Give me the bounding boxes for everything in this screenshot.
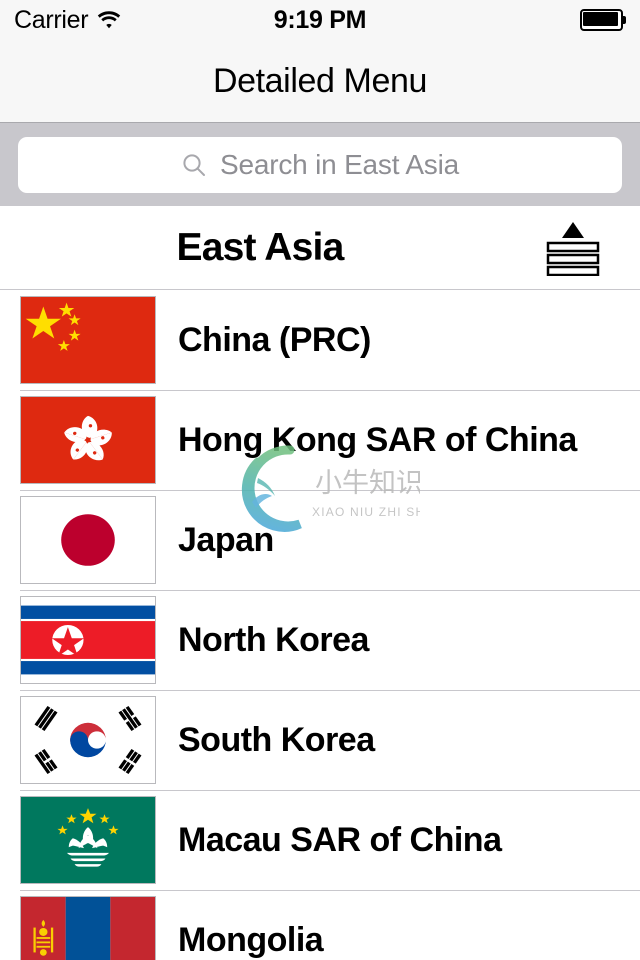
flag-mongolia bbox=[20, 896, 156, 960]
flag-hong-kong bbox=[20, 396, 156, 484]
list-item-label: North Korea bbox=[178, 620, 369, 659]
section-header-east-asia[interactable]: East Asia bbox=[0, 206, 640, 290]
list-item-label: Mongolia bbox=[178, 920, 324, 959]
list-item[interactable]: Japan bbox=[0, 490, 640, 590]
search-input[interactable]: Search in East Asia bbox=[18, 136, 622, 193]
sort-ascending-icon[interactable] bbox=[542, 220, 604, 276]
list-item[interactable]: South Korea bbox=[0, 690, 640, 790]
status-bar-right bbox=[580, 9, 626, 31]
search-icon bbox=[181, 152, 207, 178]
flag-china bbox=[20, 296, 156, 384]
list-item-label: South Korea bbox=[178, 720, 375, 759]
list-item[interactable]: China (PRC) bbox=[0, 290, 640, 390]
phone-screen: Carrier 9:19 PM Detailed Menu Search in … bbox=[0, 0, 640, 960]
search-placeholder: Search in East Asia bbox=[220, 148, 459, 180]
navigation-bar: Detailed Menu bbox=[0, 40, 640, 123]
list-item-label: China (PRC) bbox=[178, 320, 371, 359]
list-item-label: Hong Kong SAR of China bbox=[178, 420, 577, 459]
list-item[interactable]: Macau SAR of China bbox=[0, 790, 640, 890]
search-bar: Search in East Asia bbox=[0, 123, 640, 206]
status-bar-left: Carrier bbox=[14, 6, 122, 35]
carrier-label: Carrier bbox=[14, 5, 89, 34]
flag-macau bbox=[20, 796, 156, 884]
list-item[interactable]: Hong Kong SAR of China bbox=[0, 390, 640, 490]
battery-full-icon bbox=[580, 9, 626, 31]
list-item-label: Macau SAR of China bbox=[178, 820, 502, 859]
flag-north-korea bbox=[20, 596, 156, 684]
list-item-label: Japan bbox=[178, 520, 274, 559]
flag-japan bbox=[20, 496, 156, 584]
flag-south-korea bbox=[20, 696, 156, 784]
list-item[interactable]: Mongolia bbox=[0, 890, 640, 960]
status-bar: Carrier 9:19 PM bbox=[0, 0, 640, 40]
country-list: China (PRC) Hong Kong SAR of China Japan… bbox=[0, 290, 640, 960]
wifi-icon bbox=[96, 10, 122, 30]
page-title: Detailed Menu bbox=[212, 61, 428, 100]
list-item[interactable]: North Korea bbox=[0, 590, 640, 690]
